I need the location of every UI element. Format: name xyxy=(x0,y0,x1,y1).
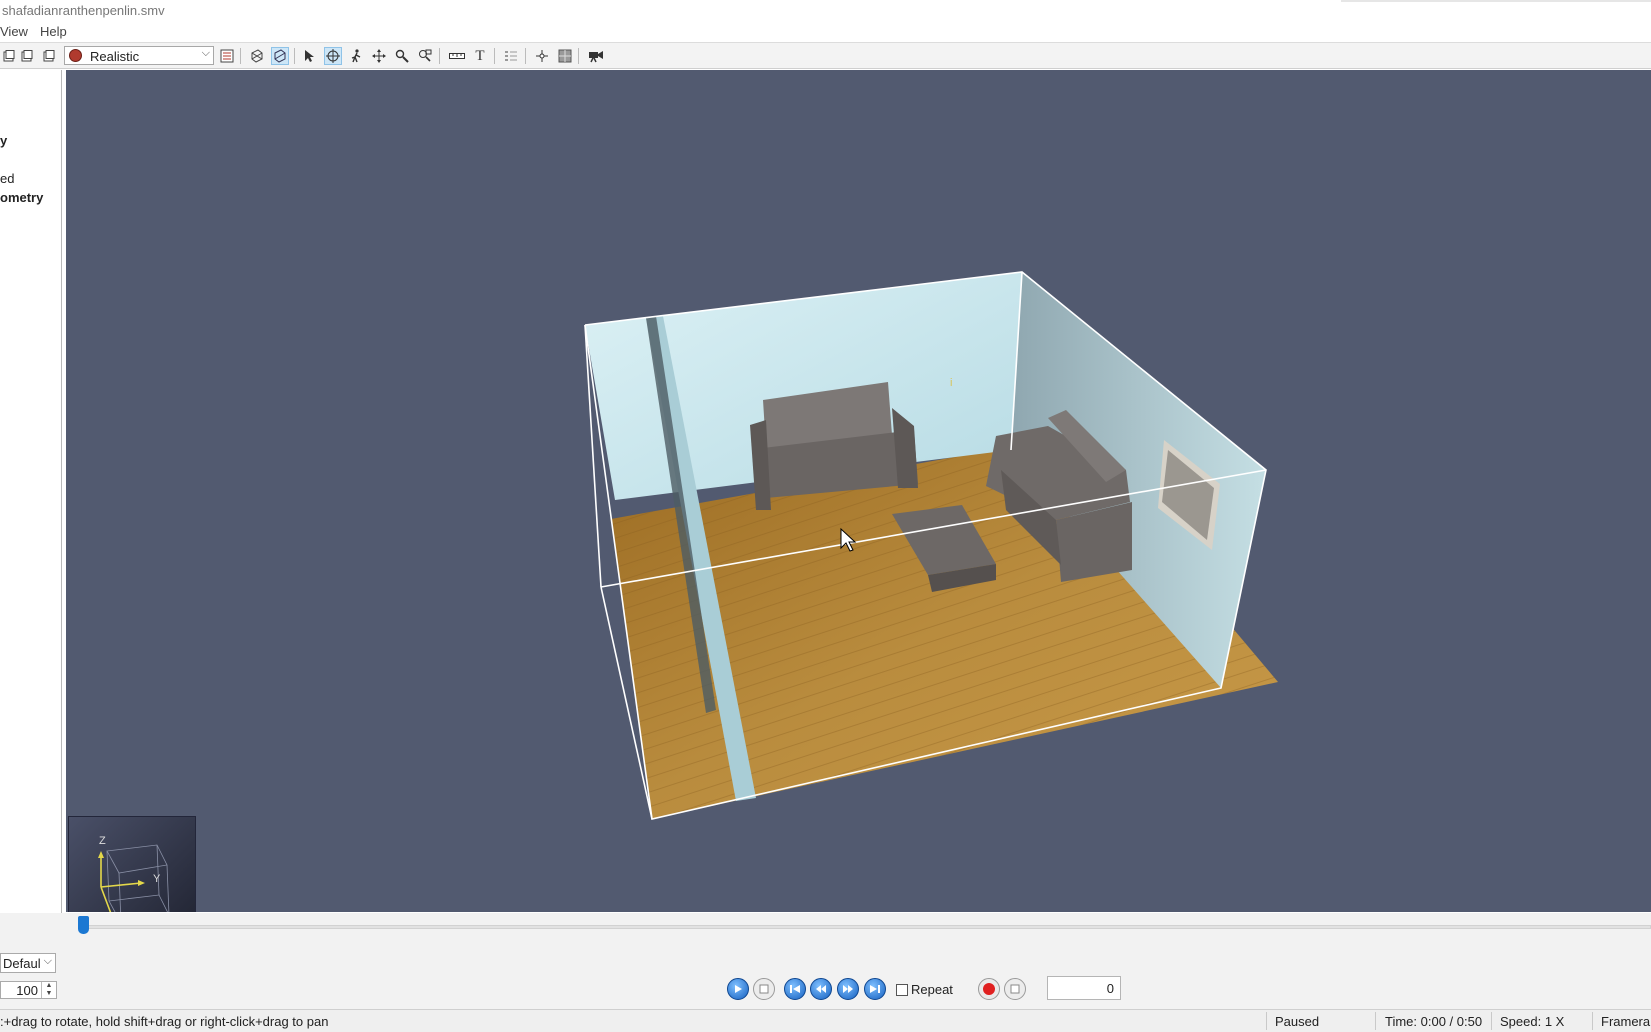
view-preset-select[interactable]: Defaul ⌵ xyxy=(0,953,56,973)
3d-viewport[interactable]: i Z Y X xyxy=(66,70,1651,912)
skip-end-button[interactable] xyxy=(864,978,886,1000)
orbit-icon[interactable] xyxy=(324,47,342,65)
select-arrow-icon[interactable] xyxy=(300,47,318,65)
frame-value: 0 xyxy=(1106,981,1114,996)
axes-orientation-widget: Z Y X xyxy=(68,816,196,912)
camera-icon[interactable] xyxy=(587,47,605,65)
render-mode-select[interactable]: Realistic ⌵ xyxy=(64,46,214,65)
zoom-icon[interactable] xyxy=(393,47,411,65)
sidebar-item-geometry-2[interactable]: ometry xyxy=(0,190,43,205)
play-button[interactable] xyxy=(727,978,749,1000)
status-speed: Speed: 1 X xyxy=(1500,1014,1565,1029)
status-bar: :+drag to rotate, hold shift+drag or rig… xyxy=(0,1009,1651,1032)
sidebar-item-geometry[interactable]: y xyxy=(0,133,7,148)
pan-icon[interactable] xyxy=(370,47,388,65)
spin-arrows-icon[interactable]: ▲▼ xyxy=(41,982,56,998)
toolbar: Realistic ⌵ T xyxy=(0,42,1651,69)
timeline-slider-thumb[interactable] xyxy=(78,916,89,934)
status-time: Time: 0:00 / 0:50 xyxy=(1385,1014,1483,1029)
origin-marker: i xyxy=(950,377,952,389)
render-style-icon xyxy=(69,49,82,62)
wireframe-icon[interactable] xyxy=(248,47,266,65)
sidebar-bottom-spinbox[interactable]: 100 ▲ ▼ xyxy=(0,981,57,999)
menu-view[interactable]: View xyxy=(0,24,28,39)
record-stop-button[interactable] xyxy=(1004,978,1026,1000)
chevron-down-icon: ⌵ xyxy=(201,47,210,59)
timeline-slider-track[interactable] xyxy=(82,925,1651,929)
record-button[interactable] xyxy=(978,978,1000,1000)
step-forward-button[interactable] xyxy=(837,978,859,1000)
chevron-down-icon: ⌵ xyxy=(43,955,52,967)
scene-canvas: i xyxy=(584,271,1278,820)
axis-z-label: Z xyxy=(99,835,106,847)
render-mode-value: Realistic xyxy=(90,49,140,64)
status-state: Paused xyxy=(1275,1014,1320,1029)
bottom-spin-value: 100 xyxy=(16,983,38,998)
sidebar-panel: y ed ometry xyxy=(0,70,62,913)
paste-icon[interactable] xyxy=(40,47,58,65)
walk-icon[interactable] xyxy=(347,47,365,65)
repeat-label: Repeat xyxy=(911,982,953,997)
render-settings-icon[interactable] xyxy=(218,47,236,65)
window-title: shafadianranthenpenlin.smv xyxy=(2,3,165,18)
menu-bar: View Help xyxy=(0,21,1651,41)
shaded-icon[interactable] xyxy=(271,47,289,65)
repeat-checkbox[interactable] xyxy=(896,984,908,996)
measure-icon[interactable] xyxy=(448,47,466,65)
status-framerate: Framera xyxy=(1601,1014,1651,1029)
skip-start-button[interactable] xyxy=(784,978,806,1000)
center-icon[interactable] xyxy=(533,47,551,65)
zoom-box-icon[interactable] xyxy=(416,47,434,65)
axis-y-label: Y xyxy=(153,873,161,885)
view-preset-value: Defaul xyxy=(3,956,41,971)
stop-button[interactable] xyxy=(753,978,775,1000)
step-back-button[interactable] xyxy=(810,978,832,1000)
status-hint: :+drag to rotate, hold shift+drag or rig… xyxy=(0,1014,329,1029)
title-bar-edge xyxy=(1341,0,1651,2)
open-icon[interactable] xyxy=(0,47,18,65)
copy-icon[interactable] xyxy=(18,47,36,65)
record-icon xyxy=(983,983,995,995)
title-bar: shafadianranthenpenlin.smv xyxy=(0,0,1651,20)
menu-help[interactable]: Help xyxy=(40,24,67,39)
grid-icon[interactable] xyxy=(556,47,574,65)
sidebar-item-selected[interactable]: ed xyxy=(0,171,14,186)
frame-input[interactable]: 0 xyxy=(1047,976,1121,1000)
list-icon[interactable] xyxy=(502,47,520,65)
text-icon[interactable]: T xyxy=(471,47,489,65)
